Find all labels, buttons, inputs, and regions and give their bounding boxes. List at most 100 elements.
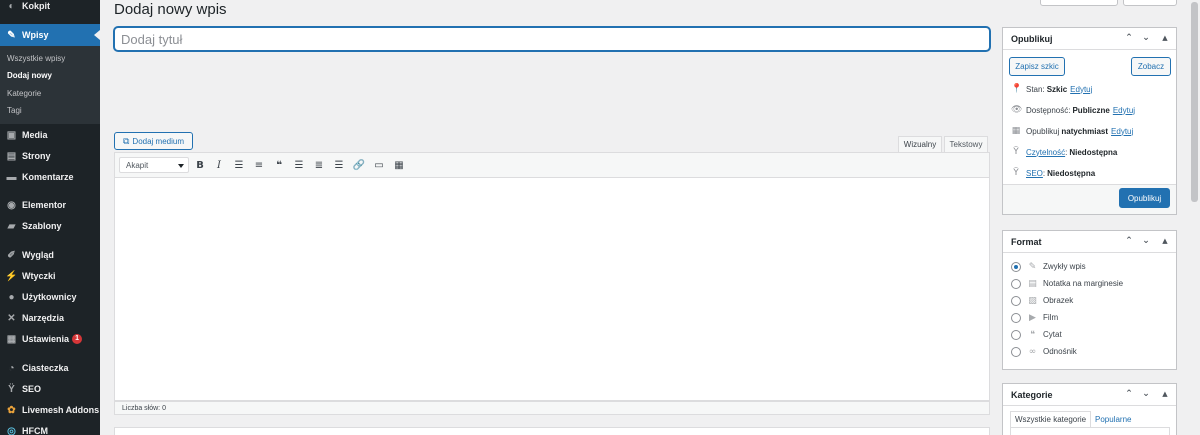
chevron-down-icon[interactable]: ⌄ [1140, 388, 1152, 400]
seo-value: Niedostępna [1047, 168, 1096, 178]
sidebar-item-strony[interactable]: ▤ Strony [0, 146, 100, 166]
read-more-icon[interactable]: ▭ [372, 158, 386, 172]
format-option-video[interactable]: ▶ Film [1011, 312, 1058, 323]
tab-all-categories[interactable]: Wszystkie kategorie [1010, 411, 1092, 428]
category-list[interactable] [1010, 427, 1170, 435]
tab-text[interactable]: Tekstowy [944, 136, 988, 153]
status-value: Szkic [1046, 84, 1068, 94]
readability-link[interactable]: Czytelność [1026, 148, 1065, 157]
sidebar-item-livemesh[interactable]: ✿ Livemesh Addons [0, 400, 100, 420]
sidebar-item-komentarze[interactable]: ▬ Komentarze [0, 167, 100, 187]
eye-icon: 👁 [1011, 105, 1023, 115]
format-option-standard[interactable]: ✎ Zwykły wpis [1011, 261, 1086, 272]
media-icon: ⧉ [122, 135, 130, 146]
metabox-below-editor [114, 427, 990, 435]
help-tab[interactable] [1123, 0, 1177, 6]
chevron-down-icon[interactable]: ⌄ [1140, 235, 1152, 247]
paragraph-format-select[interactable]: Akapit [119, 157, 189, 173]
submenu-categories[interactable]: Kategorie [7, 89, 41, 98]
tab-visual[interactable]: Wizualny [898, 136, 942, 153]
sidebar-item-seo[interactable]: Ÿ SEO [0, 379, 100, 399]
image-icon: ▨ [1028, 295, 1037, 306]
italic-icon[interactable]: I [212, 158, 226, 172]
submenu-add-new[interactable]: Dodaj nowy [7, 71, 52, 80]
brush-icon: ✐ [7, 249, 16, 261]
seo-link[interactable]: SEO [1026, 169, 1043, 178]
video-icon: ▶ [1029, 312, 1036, 323]
page-scrollbar[interactable] [1189, 0, 1200, 435]
toggle-panel-icon[interactable]: ▲ [1159, 32, 1171, 44]
align-center-icon[interactable]: ≣ [312, 158, 326, 172]
sidebar-item-elementor[interactable]: ◉ Elementor [0, 195, 100, 215]
format-option-link[interactable]: ∞ Odnośnik [1011, 346, 1077, 357]
aside-icon: ▤ [1028, 278, 1037, 289]
format-box-header: Format ⌃ ⌄ ▲ [1003, 231, 1176, 253]
post-title-input[interactable] [114, 27, 990, 51]
pin-icon: ✎ [1028, 261, 1037, 272]
submenu-tags[interactable]: Tagi [7, 106, 22, 115]
sidebar-item-hfcm[interactable]: ◎ HFCM [0, 421, 100, 435]
format-box-title: Format [1011, 236, 1042, 247]
radio-button[interactable] [1011, 329, 1021, 340]
format-box: Format ⌃ ⌄ ▲ ✎ Zwykły wpis ▤ Notatka na ma… [1002, 230, 1177, 370]
radio-button[interactable] [1011, 312, 1021, 323]
publish-box-header: Opublikuj ⌃ ⌄ ▲ [1003, 28, 1176, 50]
link-icon[interactable]: 🔗 [352, 158, 366, 172]
sidebar-item-narzedzia[interactable]: ✕ Narzędzia [0, 308, 100, 328]
chevron-up-icon[interactable]: ⌃ [1123, 388, 1135, 400]
blockquote-icon[interactable]: ❝ [272, 158, 286, 172]
update-badge: 1 [72, 334, 83, 344]
edit-status-link[interactable]: Edytuj [1070, 85, 1092, 94]
save-draft-button[interactable]: Zapisz szkic [1009, 57, 1065, 76]
radio-button[interactable] [1011, 278, 1021, 289]
sidebar-item-szablony[interactable]: ▰ Szablony [0, 216, 100, 236]
sidebar-item-label: Media [22, 130, 48, 140]
chevron-up-icon[interactable]: ⌃ [1123, 235, 1135, 247]
bold-icon[interactable]: B [193, 158, 207, 172]
format-option-label: Notatka na marginesie [1043, 279, 1124, 288]
radio-button[interactable] [1011, 295, 1021, 306]
sidebar-item-media[interactable]: ▣ Media [0, 125, 100, 145]
editor-content-area[interactable] [114, 178, 990, 401]
format-option-image[interactable]: ▨ Obrazek [1011, 295, 1073, 306]
chevron-up-icon[interactable]: ⌃ [1123, 32, 1135, 44]
screen-options-tab[interactable] [1040, 0, 1118, 6]
sidebar-item-ustawienia[interactable]: ▦ Ustawienia 1 [0, 329, 100, 349]
scrollbar-thumb[interactable] [1191, 2, 1198, 202]
numbered-list-icon[interactable]: ≡ [252, 158, 266, 172]
preview-button[interactable]: Zobacz [1131, 57, 1171, 76]
toolbar-toggle-icon[interactable]: ▦ [392, 158, 406, 172]
folder-icon: ▰ [7, 220, 16, 232]
visibility-label: Dostępność: [1026, 105, 1071, 115]
sidebar-item-wyglad[interactable]: ✐ Wygląd [0, 245, 100, 265]
align-right-icon[interactable]: ☰ [332, 158, 346, 172]
format-option-quote[interactable]: ❝ Cytat [1011, 329, 1062, 340]
sidebar-item-ciasteczka[interactable]: ◔ Ciasteczka [0, 358, 100, 378]
format-option-aside[interactable]: ▤ Notatka na marginesie [1011, 278, 1123, 289]
sidebar-item-label: SEO [22, 384, 42, 394]
elementor-icon: ◉ [7, 199, 16, 211]
sidebar-item-label: Szablony [22, 221, 62, 231]
tab-popular-categories[interactable]: Popularne [1091, 411, 1135, 428]
publish-button[interactable]: Opublikuj [1119, 188, 1170, 208]
sidebar-item-wtyczki[interactable]: ⚡ Wtyczki [0, 266, 100, 286]
sidebar-item-uzytkownicy[interactable]: ● Użytkownicy [0, 287, 100, 307]
edit-visibility-link[interactable]: Edytuj [1113, 106, 1135, 115]
sidebar-item-label: Wpisy [22, 30, 49, 40]
toggle-panel-icon[interactable]: ▲ [1159, 388, 1171, 400]
sidebar-item-label: Strony [22, 151, 51, 161]
align-left-icon[interactable]: ☰ [292, 158, 306, 172]
admin-sidebar: ◐ Kokpit ✎ Wpisy Wszystkie wpisy Dodaj now… [0, 0, 100, 435]
schedule-row: ▦ Opublikuj natychmiast Edytuj [1011, 126, 1134, 136]
chevron-down-icon[interactable]: ⌄ [1140, 32, 1152, 44]
bullet-list-icon[interactable]: ☰ [232, 158, 246, 172]
add-media-button[interactable]: ⧉ Dodaj medium [114, 132, 193, 150]
radio-button[interactable] [1011, 261, 1021, 272]
radio-button[interactable] [1011, 346, 1021, 357]
submenu-all-posts[interactable]: Wszystkie wpisy [7, 54, 65, 63]
sidebar-item-kokpit[interactable]: ◐ Kokpit [0, 0, 100, 16]
edit-schedule-link[interactable]: Edytuj [1111, 127, 1133, 136]
quote-icon: ❝ [1030, 329, 1035, 340]
sidebar-item-wpisy[interactable]: ✎ Wpisy [0, 24, 100, 46]
toggle-panel-icon[interactable]: ▲ [1159, 235, 1171, 247]
